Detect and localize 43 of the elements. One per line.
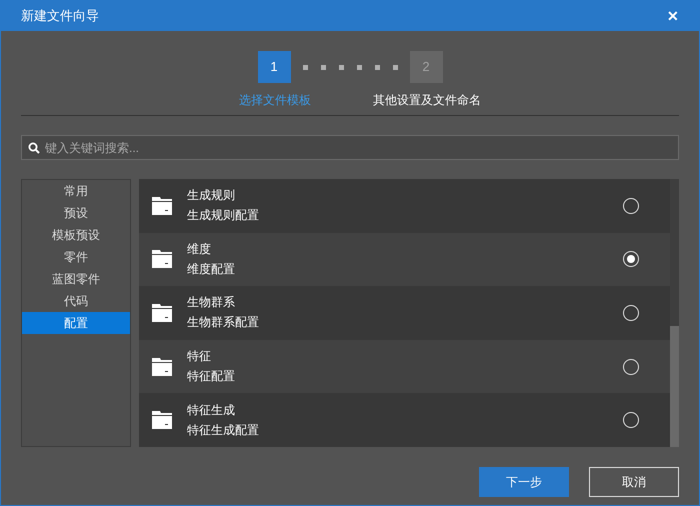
template-description: 生成规则配置 <box>187 208 260 224</box>
folder-icon <box>152 358 172 376</box>
template-row[interactable]: 维度 维度配置 <box>139 232 670 286</box>
step-label: 其他设置及文件命名 <box>373 92 481 109</box>
close-button[interactable]: ✕ <box>667 9 679 23</box>
template-name: 生成规则 <box>187 188 236 204</box>
folder-icon <box>152 304 172 322</box>
radio-button[interactable] <box>623 412 639 428</box>
category-item[interactable]: 模板预设 <box>22 224 130 246</box>
window-title: 新建文件向导 <box>21 7 99 26</box>
scrollbar[interactable] <box>670 326 679 447</box>
radio-button[interactable] <box>623 304 639 321</box>
template-name: 生物群系 <box>187 295 236 310</box>
template-description: 生物群系配置 <box>187 315 260 330</box>
radio-button[interactable] <box>623 251 639 268</box>
category-item[interactable]: 蓝图零件 <box>22 268 130 290</box>
template-row[interactable]: 生成规则 生成规则配置 <box>139 179 670 233</box>
next-button[interactable]: 下一步 <box>479 467 569 497</box>
template-row[interactable]: 生物群系 生物群系配置 <box>139 286 670 340</box>
folder-icon <box>152 250 172 268</box>
template-description: 特征配置 <box>187 369 236 384</box>
search-field[interactable]: 键入关键词搜索... <box>21 135 679 160</box>
template-description: 特征生成配置 <box>187 422 260 438</box>
radio-button[interactable] <box>623 198 639 214</box>
step-number: 2 <box>410 51 442 83</box>
template-description: 维度配置 <box>187 262 236 277</box>
category-item[interactable]: 代码 <box>22 290 130 312</box>
category-item[interactable]: 预设 <box>22 202 130 224</box>
template-name: 特征 <box>187 349 212 364</box>
template-row[interactable]: 特征生成 特征生成配置 <box>139 393 670 447</box>
category-item[interactable]: 零件 <box>22 246 130 268</box>
folder-icon <box>152 196 172 215</box>
search-icon <box>28 142 40 154</box>
category-item[interactable]: 配置 <box>22 312 130 334</box>
category-item[interactable]: 常用 <box>22 180 130 202</box>
folder-icon <box>152 411 172 430</box>
template-row[interactable]: 特征 特征配置 <box>139 340 670 394</box>
radio-button[interactable] <box>623 358 639 375</box>
cancel-button[interactable]: 取消 <box>589 467 679 497</box>
step-label: 选择文件模板 <box>239 92 311 109</box>
step-number: 1 <box>258 51 290 83</box>
template-name: 维度 <box>187 242 212 257</box>
template-name: 特征生成 <box>187 402 236 418</box>
